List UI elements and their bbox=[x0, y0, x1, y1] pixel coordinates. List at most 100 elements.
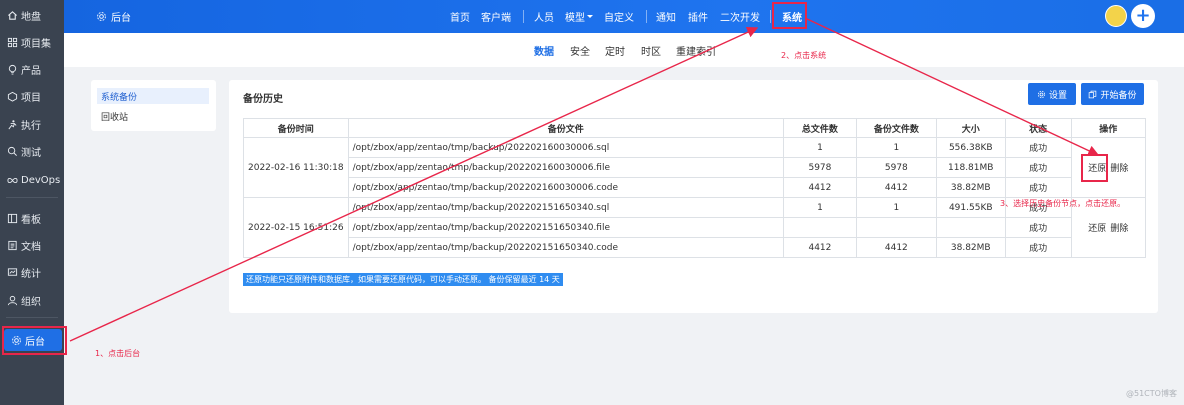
file-size: 491.55KB bbox=[935, 197, 1006, 218]
watermark: @51CTO博客 bbox=[1126, 389, 1177, 398]
column-header: 备份文件 bbox=[347, 118, 785, 138]
backup-file: /opt/zbox/app/zentao/tmp/backup/20220215… bbox=[347, 237, 785, 258]
start-backup-button[interactable]: 开始备份 bbox=[1081, 83, 1144, 105]
nav-notify[interactable]: 通知 bbox=[656, 0, 676, 33]
nav-home[interactable]: 首页 bbox=[450, 0, 470, 33]
highlight-system bbox=[772, 2, 807, 29]
backup-file: /opt/zbox/app/zentao/tmp/backup/20220216… bbox=[347, 137, 785, 158]
annotation-step2: 2、点击系统 bbox=[781, 51, 827, 60]
column-header: 备份文件数 bbox=[855, 118, 937, 138]
annotation-step1: 1、点击后台 bbox=[95, 349, 141, 358]
sidebar-item-doc[interactable]: 文档 bbox=[0, 234, 64, 256]
status: 成功 bbox=[1004, 137, 1072, 158]
nav-people[interactable]: 人员 bbox=[534, 0, 554, 33]
sidebar-item-label: 文档 bbox=[21, 241, 41, 253]
cube-icon bbox=[7, 91, 18, 102]
run-icon bbox=[7, 119, 18, 130]
sub-navbar: 数据 安全 定时 时区 重建索引 bbox=[64, 33, 1184, 67]
status: 成功 bbox=[1004, 217, 1072, 238]
nav-dev[interactable]: 二次开发 bbox=[720, 0, 760, 33]
tab-security[interactable]: 安全 bbox=[570, 43, 590, 58]
home-icon bbox=[7, 10, 18, 21]
sidebar-item-home[interactable]: 地盘 bbox=[0, 4, 64, 26]
menu-recycle-bin[interactable]: 回收站 bbox=[97, 108, 209, 124]
sidebar-divider bbox=[6, 197, 58, 198]
avatar[interactable] bbox=[1105, 5, 1127, 27]
sidebar-item-devops[interactable]: DevOps bbox=[0, 169, 64, 191]
backup-file: /opt/zbox/app/zentao/tmp/backup/20220215… bbox=[347, 217, 785, 238]
sidebar-item-label: 项目集 bbox=[21, 38, 51, 50]
highlight-restore bbox=[1081, 154, 1108, 182]
sidebar-item-label: 统计 bbox=[21, 268, 41, 280]
column-header: 状态 bbox=[1004, 118, 1072, 138]
tab-rebuild-index[interactable]: 重建索引 bbox=[676, 43, 716, 58]
panel-title: 备份历史 bbox=[243, 94, 283, 105]
search-icon bbox=[7, 146, 18, 157]
sidebar-item-product[interactable]: 产品 bbox=[0, 58, 64, 80]
file-size bbox=[935, 217, 1006, 238]
total-files: 4412 bbox=[783, 177, 857, 198]
sidebar-item-label: 看板 bbox=[21, 214, 41, 226]
table-row: /opt/zbox/app/zentao/tmp/backup/20220216… bbox=[244, 157, 1146, 178]
menu-system-backup[interactable]: 系统备份 bbox=[97, 88, 209, 104]
plus-icon: + bbox=[1135, 5, 1151, 26]
sidebar-item-label: 测试 bbox=[21, 147, 41, 159]
nav-model[interactable]: 模型 bbox=[565, 0, 593, 33]
sidebar-item-label: 产品 bbox=[21, 65, 41, 77]
nav-divider bbox=[523, 10, 524, 23]
sidebar-item-execution[interactable]: 执行 bbox=[0, 113, 64, 135]
backup-count bbox=[855, 217, 937, 238]
nav-client[interactable]: 客户端 bbox=[481, 0, 511, 33]
sidebar-item-project[interactable]: 项目 bbox=[0, 85, 64, 107]
settings-button[interactable]: 设置 bbox=[1028, 83, 1076, 105]
sidebar-item-test[interactable]: 测试 bbox=[0, 140, 64, 162]
doc-icon bbox=[7, 240, 18, 251]
backup-count: 1 bbox=[855, 137, 937, 158]
settings-label: 设置 bbox=[1048, 90, 1067, 101]
restore-link[interactable]: 还原 bbox=[1088, 224, 1106, 234]
file-size: 118.81MB bbox=[935, 157, 1006, 178]
annotation-step3: 3、选择历史备份节点，点击还原。 bbox=[1000, 199, 1126, 208]
table-header: 备份时间 备份文件 总文件数 备份文件数 大小 状态 操作 bbox=[243, 118, 1147, 138]
sidebar-item-label: 项目 bbox=[21, 92, 41, 104]
total-files: 5978 bbox=[783, 157, 857, 178]
status: 成功 bbox=[1004, 177, 1072, 198]
start-backup-label: 开始备份 bbox=[1100, 90, 1137, 101]
nav-custom[interactable]: 自定义 bbox=[604, 0, 634, 33]
backup-history-panel: 备份历史 设置 开始备份 备份时间 备份文件 总文件数 备份文件数 大小 状态 … bbox=[229, 80, 1158, 313]
sidebar-item-kanban[interactable]: 看板 bbox=[0, 207, 64, 229]
delete-link[interactable]: 删除 bbox=[1110, 224, 1128, 234]
lightbulb-icon bbox=[7, 64, 18, 75]
column-header: 大小 bbox=[935, 118, 1006, 138]
tab-data[interactable]: 数据 bbox=[534, 43, 554, 58]
admin-title[interactable]: 后台 bbox=[96, 0, 131, 33]
create-button[interactable]: + bbox=[1131, 4, 1155, 28]
backup-count: 4412 bbox=[855, 177, 937, 198]
backup-time: 2022-02-15 16:51:26 bbox=[243, 197, 349, 258]
backup-file: /opt/zbox/app/zentao/tmp/backup/20220216… bbox=[347, 157, 785, 178]
copy-icon bbox=[1088, 90, 1097, 99]
admin-title-label: 后台 bbox=[111, 13, 131, 24]
infinity-icon bbox=[7, 175, 18, 186]
tab-cron[interactable]: 定时 bbox=[605, 43, 625, 58]
column-header: 总文件数 bbox=[783, 118, 857, 138]
table-row: 2022-02-16 11:30:18 /opt/zbox/app/zentao… bbox=[243, 137, 1147, 198]
restore-note: 还原功能只还原附件和数据库，如果需要还原代码，可以手动还原。 备份保留最近 14… bbox=[243, 273, 563, 286]
backup-file: /opt/zbox/app/zentao/tmp/backup/20220215… bbox=[347, 197, 785, 218]
board-icon bbox=[7, 213, 18, 224]
backup-count: 5978 bbox=[855, 157, 937, 178]
nav-plugin[interactable]: 插件 bbox=[688, 0, 708, 33]
delete-link[interactable]: 删除 bbox=[1110, 164, 1128, 174]
sidebar-item-program[interactable]: 项目集 bbox=[0, 31, 64, 53]
total-files: 1 bbox=[783, 137, 857, 158]
sidebar-item-company[interactable]: 组织 bbox=[0, 289, 64, 311]
status: 成功 bbox=[1004, 237, 1072, 258]
grid-icon bbox=[7, 37, 18, 48]
highlight-admin bbox=[2, 326, 67, 355]
backup-count: 4412 bbox=[855, 237, 937, 258]
total-files: 4412 bbox=[783, 237, 857, 258]
column-header: 操作 bbox=[1070, 118, 1147, 138]
sidebar-item-report[interactable]: 统计 bbox=[0, 261, 64, 283]
column-header: 备份时间 bbox=[243, 118, 349, 138]
tab-timezone[interactable]: 时区 bbox=[641, 43, 661, 58]
